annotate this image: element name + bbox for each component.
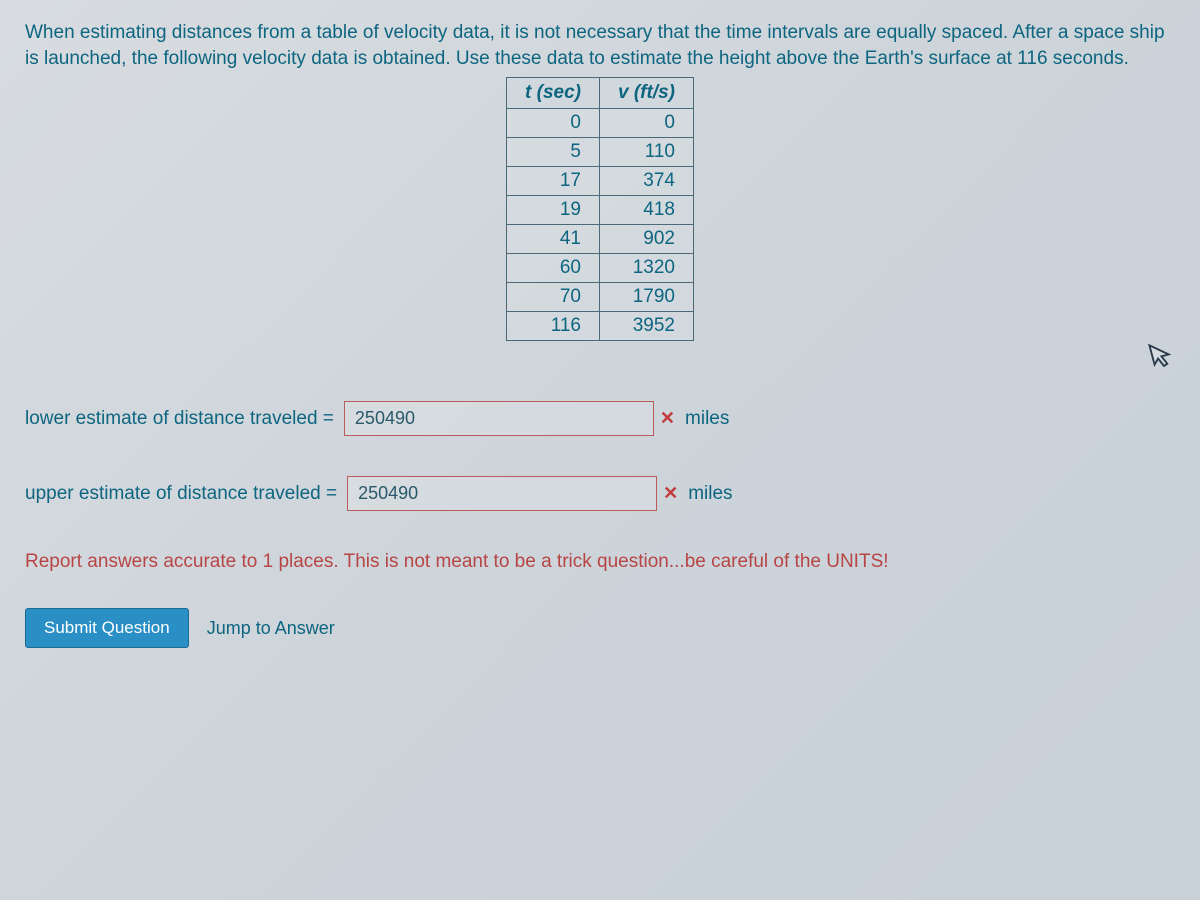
cell-t: 116 xyxy=(507,312,600,341)
cell-t: 60 xyxy=(507,254,600,283)
upper-estimate-row: upper estimate of distance traveled = ✕ … xyxy=(25,476,1175,511)
upper-estimate-input[interactable] xyxy=(347,476,657,511)
lower-estimate-input[interactable] xyxy=(344,401,654,436)
cell-t: 5 xyxy=(507,138,600,167)
hint-text: Report answers accurate to 1 places. Thi… xyxy=(25,551,1175,573)
problem-statement: When estimating distances from a table o… xyxy=(25,20,1175,71)
incorrect-icon: ✕ xyxy=(663,483,678,504)
action-row: Submit Question Jump to Answer xyxy=(25,608,1175,648)
cell-t: 0 xyxy=(507,109,600,138)
jump-to-answer-link[interactable]: Jump to Answer xyxy=(207,618,335,639)
cell-v: 374 xyxy=(599,167,693,196)
cell-t: 17 xyxy=(507,167,600,196)
cell-t: 70 xyxy=(507,283,600,312)
table-row: 701790 xyxy=(507,283,694,312)
lower-units-label: miles xyxy=(685,408,729,430)
table-row: 19418 xyxy=(507,196,694,225)
cell-v: 110 xyxy=(599,138,693,167)
cell-v: 0 xyxy=(599,109,693,138)
cursor-icon xyxy=(1145,337,1180,379)
submit-button[interactable]: Submit Question xyxy=(25,608,189,648)
table-row: 1163952 xyxy=(507,312,694,341)
table-row: 601320 xyxy=(507,254,694,283)
cell-t: 19 xyxy=(507,196,600,225)
table-row: 5110 xyxy=(507,138,694,167)
table-row: 17374 xyxy=(507,167,694,196)
table-row: 41902 xyxy=(507,225,694,254)
table-row: 00 xyxy=(507,109,694,138)
incorrect-icon: ✕ xyxy=(660,408,675,429)
cell-v: 1320 xyxy=(599,254,693,283)
table-header-time: t (sec) xyxy=(507,78,600,109)
velocity-table: t (sec) v (ft/s) 00 5110 17374 19418 419… xyxy=(506,77,694,341)
cell-v: 3952 xyxy=(599,312,693,341)
upper-estimate-label: upper estimate of distance traveled = xyxy=(25,483,337,505)
lower-estimate-label: lower estimate of distance traveled = xyxy=(25,408,334,430)
cell-v: 1790 xyxy=(599,283,693,312)
upper-units-label: miles xyxy=(688,483,732,505)
cell-v: 418 xyxy=(599,196,693,225)
cell-t: 41 xyxy=(507,225,600,254)
lower-estimate-row: lower estimate of distance traveled = ✕ … xyxy=(25,401,1175,436)
table-header-velocity: v (ft/s) xyxy=(599,78,693,109)
cell-v: 902 xyxy=(599,225,693,254)
